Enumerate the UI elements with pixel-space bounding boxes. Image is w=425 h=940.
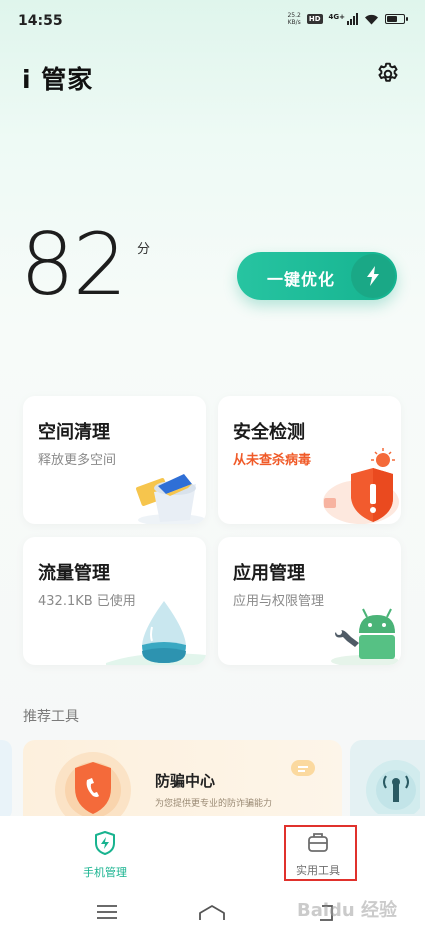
hd-badge: HD xyxy=(306,14,323,24)
home-icon[interactable] xyxy=(198,904,226,922)
bottom-tab-bar: 手机管理 实用工具 xyxy=(0,816,425,890)
water-drop-icon xyxy=(106,601,206,665)
status-time: 14:55 xyxy=(18,13,63,29)
card-subtitle: 从未查杀病毒 xyxy=(233,453,312,468)
one-click-optimize-button[interactable]: 一键优化 xyxy=(237,252,397,300)
card-subtitle: 释放更多空间 xyxy=(38,453,117,468)
wifi-icon xyxy=(365,14,378,25)
card-app-management[interactable]: 应用管理 应用与权限管理 xyxy=(218,537,401,665)
card-title: 空间清理 xyxy=(38,422,110,443)
tab-phone-management[interactable]: 手机管理 xyxy=(50,830,160,880)
card-data-usage[interactable]: 流量管理 432.1KB 已使用 xyxy=(23,537,206,665)
lightning-icon xyxy=(351,254,395,298)
tool-card-fraud-center[interactable]: 防骗中心 为您提供更专业的防诈骗能力 xyxy=(23,740,342,820)
network-speed-unit: KB/s xyxy=(287,19,301,26)
security-shield-icon xyxy=(323,448,399,524)
phone-manage-icon xyxy=(95,831,115,855)
health-score: 82 xyxy=(20,215,127,315)
network-speed-value: 25.2 xyxy=(287,12,301,19)
tab-label: 手机管理 xyxy=(83,866,127,879)
fraud-shield-icon xyxy=(55,752,131,820)
menu-icon[interactable] xyxy=(96,904,118,920)
signal-icon: 4G+ xyxy=(329,13,358,25)
status-icons: 25.2 KB/s HD 4G+ xyxy=(287,12,408,26)
message-bubble-icon xyxy=(291,760,315,776)
card-security-scan[interactable]: 安全检测 从未查杀病毒 xyxy=(218,396,401,524)
tool-card-previous[interactable] xyxy=(0,740,12,820)
android-robot-icon xyxy=(331,608,399,665)
optimize-label: 一键优化 xyxy=(267,270,336,289)
watermark: Baidu 经验 xyxy=(296,900,397,921)
score-unit: 分 xyxy=(137,242,151,257)
cleaning-bucket-icon xyxy=(136,474,206,524)
gear-icon[interactable] xyxy=(375,61,401,87)
app-title: i 管家 xyxy=(22,65,94,94)
card-subtitle: 应用与权限管理 xyxy=(233,594,325,609)
card-title: 流量管理 xyxy=(38,563,110,584)
card-title: 安全检测 xyxy=(233,422,305,443)
section-title-recommended-tools: 推荐工具 xyxy=(23,709,79,725)
tool-card-next[interactable] xyxy=(350,740,425,820)
card-title: 应用管理 xyxy=(233,563,305,584)
network-type: 4G+ xyxy=(328,13,345,21)
annotation-highlight-box xyxy=(284,825,357,881)
tool-title: 防骗中心 xyxy=(155,772,216,790)
card-space-cleanup[interactable]: 空间清理 释放更多空间 xyxy=(23,396,206,524)
battery-icon xyxy=(385,14,408,24)
network-speed: 25.2 KB/s xyxy=(287,12,300,26)
network-tool-icon xyxy=(366,760,420,814)
tool-subtitle: 为您提供更专业的防诈骗能力 xyxy=(155,799,273,809)
